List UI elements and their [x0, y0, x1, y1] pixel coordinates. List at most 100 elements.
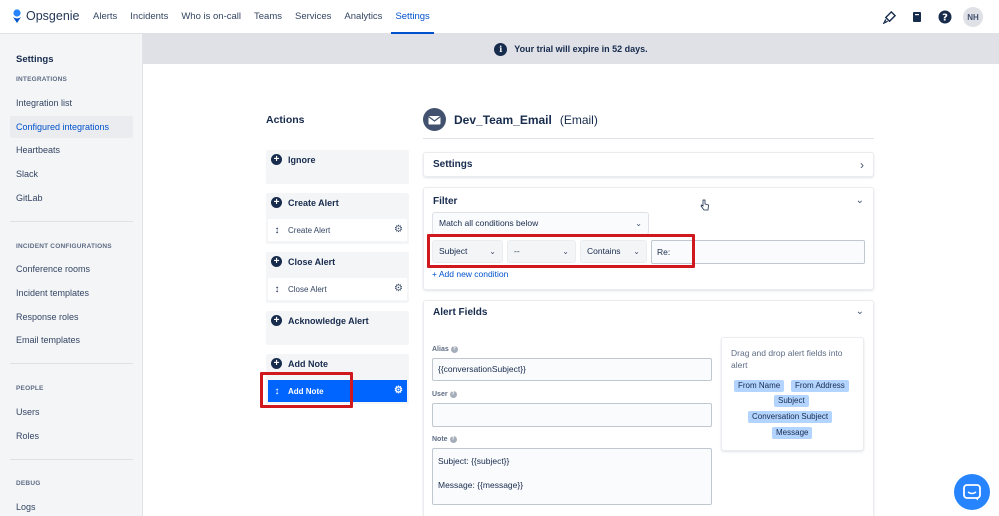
- drag-handle-icon[interactable]: ↕: [273, 225, 281, 236]
- action-add-ignore[interactable]: + Ignore: [271, 154, 316, 165]
- alias-input[interactable]: {{conversationSubject}}: [432, 358, 712, 381]
- sidebar-title: Settings: [16, 54, 54, 65]
- sidebar-item-conference-rooms[interactable]: Conference rooms: [10, 258, 133, 280]
- chevron-right-icon[interactable]: ›: [860, 158, 864, 172]
- action-add-close-alert[interactable]: + Close Alert: [271, 256, 335, 267]
- sidebar-item-roles[interactable]: Roles: [10, 425, 133, 447]
- alert-fields-card-title: Alert Fields: [433, 307, 488, 318]
- nav-settings[interactable]: Settings: [391, 0, 435, 34]
- mouse-cursor-icon: [700, 199, 709, 211]
- book-icon[interactable]: [907, 7, 927, 27]
- action-row-label: Create Alert: [288, 225, 331, 235]
- add-new-condition-link[interactable]: + Add new condition: [432, 269, 508, 279]
- field-tag-from-address[interactable]: From Address: [791, 380, 849, 392]
- sidebar-item-gitlab[interactable]: GitLab: [10, 187, 133, 209]
- action-group-label: Close Alert: [288, 256, 336, 267]
- settings-card-title: Settings: [433, 159, 473, 170]
- sidebar-heading-integrations: INTEGRATIONS: [16, 76, 68, 83]
- plus-circle-icon: +: [271, 256, 282, 267]
- help-icon[interactable]: ?: [935, 7, 955, 27]
- top-navigation-bar: Opsgenie Alerts Incidents Who is on-call…: [0, 0, 999, 34]
- field-tag-from-name[interactable]: From Name: [734, 380, 785, 392]
- sidebar-item-response-roles[interactable]: Response roles: [10, 306, 133, 328]
- question-icon[interactable]: ?: [450, 346, 458, 353]
- user-label: User?: [432, 391, 457, 398]
- trial-banner: i Your trial will expire in 52 days.: [143, 34, 999, 64]
- question-icon[interactable]: ?: [449, 436, 457, 443]
- action-group-label: Ignore: [288, 154, 316, 165]
- sidebar-item-email-templates[interactable]: Email templates: [10, 329, 133, 351]
- actions-title: Actions: [266, 114, 305, 126]
- plus-circle-icon: +: [271, 358, 282, 369]
- nav-alerts[interactable]: Alerts: [93, 0, 117, 34]
- sidebar-heading-people: PEOPLE: [16, 385, 44, 392]
- sidebar-item-logs[interactable]: Logs: [10, 496, 133, 516]
- highlight-box: [260, 372, 353, 408]
- sidebar-item-incident-templates[interactable]: Incident templates: [10, 282, 133, 304]
- rocket-icon[interactable]: [879, 7, 899, 27]
- plus-circle-icon: +: [271, 154, 282, 165]
- question-icon[interactable]: ?: [449, 391, 457, 398]
- note-label-text: Note: [432, 436, 448, 443]
- opsgenie-logo-icon: [13, 9, 21, 23]
- field-tag-conversation-subject[interactable]: Conversation Subject: [748, 411, 833, 423]
- nav-teams[interactable]: Teams: [254, 0, 282, 34]
- match-conditions-select[interactable]: Match all conditions below ⌄: [432, 212, 649, 235]
- sidebar-divider: [10, 459, 133, 460]
- action-add-create-alert[interactable]: + Create Alert: [271, 197, 339, 208]
- sidebar-divider: [10, 221, 133, 222]
- gear-icon[interactable]: ⚙: [394, 385, 403, 396]
- alias-label-text: Alias: [432, 346, 449, 353]
- alert-fields-drag-panel: Drag and drop alert fields into alert Fr…: [721, 337, 864, 451]
- sidebar-item-heartbeats[interactable]: Heartbeats: [10, 139, 133, 161]
- filter-card-title: Filter: [433, 196, 458, 207]
- settings-card[interactable]: Settings ›: [423, 152, 874, 177]
- info-icon: i: [494, 42, 508, 56]
- action-add-acknowledge-alert[interactable]: + Acknowledge Alert: [271, 315, 369, 326]
- avatar[interactable]: NH: [963, 7, 983, 27]
- app-name: Opsgenie: [26, 9, 80, 23]
- action-row-label: Close Alert: [288, 284, 327, 294]
- integration-name: Dev_Team_Email: [454, 112, 552, 127]
- gear-icon[interactable]: ⚙: [394, 224, 403, 235]
- chat-button[interactable]: [954, 474, 990, 510]
- chevron-down-icon[interactable]: ⌄: [856, 195, 864, 206]
- chevron-down-icon[interactable]: ⌄: [856, 306, 864, 317]
- integration-header: Dev_Team_Email (Email): [423, 108, 598, 131]
- caret-down-icon: ⌄: [635, 219, 642, 228]
- highlight-box: [427, 234, 695, 268]
- settings-sidebar: Settings INTEGRATIONS Integration list C…: [0, 34, 143, 516]
- drag-handle-icon[interactable]: ↕: [273, 284, 281, 295]
- integration-type: (Email): [559, 112, 598, 127]
- sidebar-heading-incident-configurations: INCIDENT CONFIGURATIONS: [16, 243, 112, 250]
- sidebar-item-users[interactable]: Users: [10, 401, 133, 423]
- user-input[interactable]: [432, 403, 712, 427]
- note-label: Note?: [432, 436, 457, 443]
- note-blank-line: [438, 467, 706, 479]
- drag-hint: Drag and drop alert fields into alert: [731, 348, 843, 370]
- note-textarea[interactable]: Subject: {{subject}} Message: {{message}…: [432, 448, 712, 505]
- sidebar-item-slack[interactable]: Slack: [10, 163, 133, 185]
- field-tag-message[interactable]: Message: [772, 427, 813, 439]
- app-logo[interactable]: Opsgenie: [12, 9, 80, 23]
- action-row-create-alert[interactable]: ↕ Create Alert ⚙: [268, 219, 407, 241]
- action-add-add-note[interactable]: + Add Note: [271, 358, 328, 369]
- gear-icon[interactable]: ⚙: [394, 283, 403, 294]
- action-group-label: Add Note: [288, 358, 328, 369]
- nav-analytics[interactable]: Analytics: [344, 0, 382, 34]
- nav-services[interactable]: Services: [295, 0, 331, 34]
- nav-who-is-on-call[interactable]: Who is on-call: [181, 0, 241, 34]
- action-group-label: Acknowledge Alert: [288, 315, 369, 326]
- field-tag-subject[interactable]: Subject: [774, 395, 809, 407]
- sidebar-item-configured-integrations[interactable]: Configured integrations: [10, 116, 133, 138]
- alias-label: Alias?: [432, 346, 458, 353]
- header-divider: [423, 138, 874, 139]
- sidebar-item-integration-list[interactable]: Integration list: [10, 92, 133, 114]
- email-integration-icon: [423, 108, 446, 131]
- nav-incidents[interactable]: Incidents: [130, 0, 168, 34]
- action-row-close-alert[interactable]: ↕ Close Alert ⚙: [268, 278, 407, 300]
- plus-circle-icon: +: [271, 197, 282, 208]
- user-label-text: User: [432, 391, 448, 398]
- note-line: Subject: {{subject}}: [438, 456, 510, 466]
- trial-banner-text: Your trial will expire in 52 days.: [514, 44, 648, 54]
